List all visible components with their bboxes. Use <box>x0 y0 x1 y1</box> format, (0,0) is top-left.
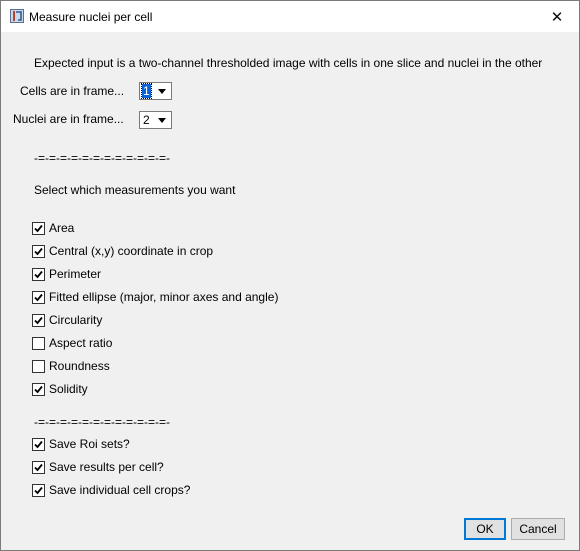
checkbox-row[interactable]: Circularity <box>32 312 102 328</box>
section-heading: Select which measurements you want <box>34 183 236 197</box>
checkbox[interactable] <box>32 460 45 474</box>
checkbox-label: Fitted ellipse (major, minor axes and an… <box>49 290 279 304</box>
close-button[interactable]: ✕ <box>535 1 579 32</box>
ok-button[interactable]: OK <box>464 518 506 540</box>
dialog-content: Expected input is a two-channel threshol… <box>1 32 579 550</box>
checkmark-icon <box>34 293 43 301</box>
checkbox-label: Save results per cell? <box>49 460 164 474</box>
checkmark-icon <box>34 463 43 471</box>
cells-frame-label: Cells are in frame... <box>20 84 125 98</box>
checkbox-row[interactable]: Perimeter <box>32 266 101 282</box>
checkbox-label: Solidity <box>49 382 88 396</box>
checkbox-row[interactable]: Save individual cell crops? <box>32 482 190 498</box>
checkbox-row[interactable]: Central (x,y) coordinate in crop <box>32 243 213 259</box>
checkbox[interactable] <box>32 290 45 304</box>
checkbox-label: Central (x,y) coordinate in crop <box>49 244 214 258</box>
checkbox-row[interactable]: Solidity <box>32 381 88 397</box>
cells-frame-value: 1 <box>141 83 152 99</box>
checkbox[interactable] <box>32 267 45 281</box>
checkbox[interactable] <box>32 221 45 235</box>
chevron-down-icon <box>158 118 166 123</box>
checkmark-icon <box>34 486 43 494</box>
checkbox-label: Perimeter <box>49 267 102 281</box>
nuclei-frame-select[interactable]: 2 <box>139 111 172 129</box>
close-icon: ✕ <box>550 8 564 26</box>
separator-text: -=-=-=-=-=-=-=-=-=-=-=-=- <box>34 415 171 429</box>
dialog-window: Measure nuclei per cell ✕ Expected input… <box>0 0 580 551</box>
checkbox-label: Aspect ratio <box>49 336 113 350</box>
checkmark-icon <box>34 385 43 393</box>
intro-text: Expected input is a two-channel threshol… <box>34 56 543 70</box>
checkbox-row[interactable]: Area <box>32 220 74 236</box>
checkbox-row[interactable]: Fitted ellipse (major, minor axes and an… <box>32 289 278 305</box>
checkbox[interactable] <box>32 483 45 497</box>
checkbox-row[interactable]: Roundness <box>32 358 110 374</box>
checkbox-label: Save individual cell crops? <box>49 483 191 497</box>
checkbox-row[interactable]: Aspect ratio <box>32 335 112 351</box>
checkbox-label: Roundness <box>49 359 110 373</box>
chevron-down-icon <box>158 89 166 94</box>
checkmark-icon <box>34 224 43 232</box>
cells-frame-select[interactable]: 1 <box>139 82 172 100</box>
checkbox[interactable] <box>32 244 45 258</box>
checkbox[interactable] <box>32 359 45 373</box>
checkbox[interactable] <box>32 336 45 350</box>
imagej-icon <box>10 9 24 23</box>
checkbox[interactable] <box>32 437 45 451</box>
cancel-button[interactable]: Cancel <box>511 518 565 540</box>
checkbox[interactable] <box>32 313 45 327</box>
checkmark-icon <box>34 440 43 448</box>
nuclei-frame-value: 2 <box>143 113 150 127</box>
checkbox-row[interactable]: Save Roi sets? <box>32 436 130 452</box>
checkbox-label: Save Roi sets? <box>49 437 130 451</box>
checkmark-icon <box>34 270 43 278</box>
separator-text: -=-=-=-=-=-=-=-=-=-=-=-=- <box>34 151 171 165</box>
checkmark-icon <box>34 247 43 255</box>
checkmark-icon <box>34 316 43 324</box>
checkbox[interactable] <box>32 382 45 396</box>
title-bar[interactable]: Measure nuclei per cell ✕ <box>1 1 579 32</box>
checkbox-label: Circularity <box>49 313 103 327</box>
window-title: Measure nuclei per cell <box>29 10 153 24</box>
nuclei-frame-label: Nuclei are in frame... <box>13 112 124 126</box>
checkbox-label: Area <box>49 221 75 235</box>
checkbox-row[interactable]: Save results per cell? <box>32 459 164 475</box>
